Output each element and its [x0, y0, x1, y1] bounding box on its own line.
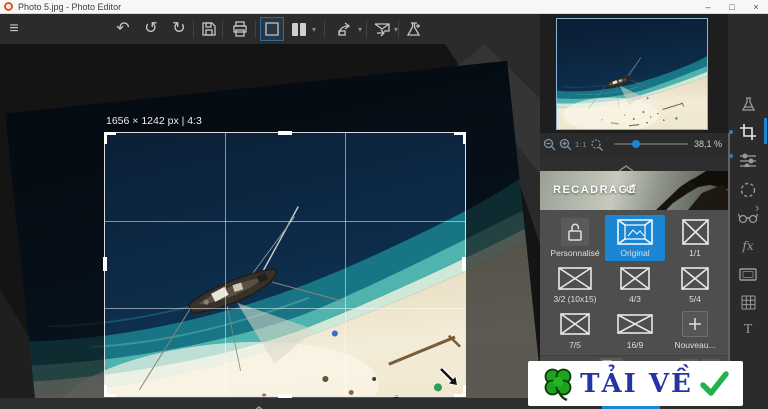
export-image-icon[interactable]: [372, 14, 392, 44]
preset-3-2[interactable]: 3/2 (10x15): [545, 261, 605, 307]
photo-bright: [105, 133, 465, 396]
effects-fx-icon[interactable]: fx: [728, 234, 768, 258]
modified-dot: [729, 154, 733, 158]
tool-sidebar: fx T: [728, 14, 768, 409]
share-icon[interactable]: [336, 14, 354, 44]
crop-marquee[interactable]: [105, 133, 465, 396]
preset-personnalise[interactable]: Personnalisé: [545, 215, 605, 261]
zoom-one-to-one-button[interactable]: 1:1: [575, 140, 587, 149]
chevron-up-icon[interactable]: [252, 400, 266, 409]
crop-reset-icon[interactable]: ↺: [625, 181, 637, 198]
glasses-icon[interactable]: [728, 206, 768, 230]
crop-panel-header: RECADRAGE ↺: [540, 171, 728, 210]
toolbar-separator: [366, 20, 367, 38]
app-icon: [4, 2, 13, 11]
toolbar-separator: [193, 20, 194, 38]
editor-canvas[interactable]: 1656 × 1242 px | 4:3: [0, 44, 540, 398]
crossed-rect-icon: [558, 263, 592, 293]
thirds-gridline: [345, 133, 346, 396]
toolbar-separator: [398, 20, 399, 38]
zoom-slider-handle[interactable]: [632, 140, 640, 148]
text-tool-icon[interactable]: T: [728, 318, 768, 342]
lock-open-icon: [561, 218, 589, 246]
crop-handle-top-right[interactable]: [454, 132, 466, 144]
crossed-rect-icon: [681, 263, 709, 293]
toolbar-separator: [222, 20, 223, 38]
zoom-controls: 1:1 38,1 %: [540, 133, 728, 155]
crop-handle-bottom-left[interactable]: [104, 385, 116, 397]
original-frame-icon: [617, 217, 653, 247]
zoom-slider[interactable]: [614, 143, 688, 145]
back-icon[interactable]: ↶: [112, 14, 134, 44]
grid-mesh-icon[interactable]: [728, 290, 768, 314]
redo-icon[interactable]: ↻: [168, 14, 190, 44]
crop-size-label: 1656 × 1242 px | 4:3: [106, 115, 202, 127]
title-bar: Photo 5.jpg - Photo Editor – □ ×: [0, 0, 768, 14]
modified-dot: [729, 130, 733, 134]
navigator-thumbnail[interactable]: [556, 18, 708, 130]
single-view-button[interactable]: [260, 17, 284, 41]
filmstrip-collapse-bar[interactable]: [0, 398, 540, 409]
toolbar-separator: [255, 20, 256, 38]
check-icon: [699, 370, 729, 398]
zoom-out-icon[interactable]: [543, 138, 556, 151]
adjustments-sliders-icon[interactable]: [728, 148, 768, 172]
photo-editor-window: Photo 5.jpg - Photo Editor – □ × ≡ ↶ ↺ ↻: [0, 0, 768, 409]
frame-vignette-icon[interactable]: [728, 262, 768, 286]
share-dropdown-icon[interactable]: ▾: [355, 14, 365, 44]
thirds-gridline: [105, 221, 465, 222]
maximize-button[interactable]: □: [720, 0, 744, 14]
crop-handle-right[interactable]: [462, 257, 466, 271]
main-toolbar: ≡ ↶ ↺ ↻ ▾ ▾: [0, 14, 540, 44]
preset-16-9[interactable]: 16/9: [605, 307, 665, 353]
crop-handle-left[interactable]: [103, 257, 107, 271]
crop-handle-top-left[interactable]: [104, 132, 116, 144]
navigator-preview: [540, 14, 728, 133]
save-icon[interactable]: [200, 14, 218, 44]
undo-icon[interactable]: ↺: [140, 14, 162, 44]
preset-5-4[interactable]: 5/4: [665, 261, 725, 307]
active-tool-indicator: [764, 118, 767, 144]
thirds-gridline: [225, 133, 226, 396]
plus-icon: [682, 311, 708, 337]
crossed-rect-icon: [620, 263, 650, 293]
effects-flask-icon[interactable]: [404, 14, 422, 44]
export-dropdown-icon[interactable]: ▾: [391, 14, 401, 44]
preset-1-1[interactable]: 1/1: [665, 215, 725, 261]
split-view-button[interactable]: [289, 14, 309, 44]
selection-circle-icon[interactable]: [728, 178, 768, 202]
print-icon[interactable]: [231, 14, 249, 44]
preset-nouveau[interactable]: Nouveau...: [665, 307, 725, 353]
resize-cursor-icon: [437, 365, 461, 394]
develop-flask-icon[interactable]: [728, 92, 768, 116]
zoom-percentage: 38,1 %: [694, 139, 722, 149]
crop-presets: Personnalisé Original: [540, 210, 728, 355]
menu-icon[interactable]: ≡: [4, 14, 24, 44]
preset-7-5[interactable]: 7/5: [545, 307, 605, 353]
window-title: Photo 5.jpg - Photo Editor: [18, 2, 121, 12]
minimize-button[interactable]: –: [696, 0, 720, 14]
download-banner[interactable]: TẢI VỀ: [528, 361, 743, 406]
toolbar-separator: [324, 20, 325, 38]
crop-handle-top[interactable]: [278, 131, 292, 135]
view-dropdown-icon[interactable]: ▾: [309, 14, 319, 44]
right-panel: 1:1 38,1 % RECADRAGE ↺: [540, 14, 728, 409]
crop-tool-icon[interactable]: [728, 120, 768, 144]
preset-original[interactable]: Original: [605, 215, 665, 261]
preset-4-3[interactable]: 4/3: [605, 261, 665, 307]
clover-icon: [542, 366, 574, 402]
panel-expand-icon[interactable]: ›: [755, 200, 759, 215]
close-button[interactable]: ×: [744, 0, 768, 14]
thirds-gridline: [105, 308, 465, 309]
zoom-in-icon[interactable]: [559, 138, 572, 151]
zoom-fit-icon[interactable]: [590, 138, 604, 151]
crossed-rect-icon: [617, 309, 653, 339]
crossed-rect-icon: [560, 309, 590, 339]
crossed-rect-icon: [682, 217, 709, 247]
download-text: TẢI VỀ: [580, 369, 693, 399]
